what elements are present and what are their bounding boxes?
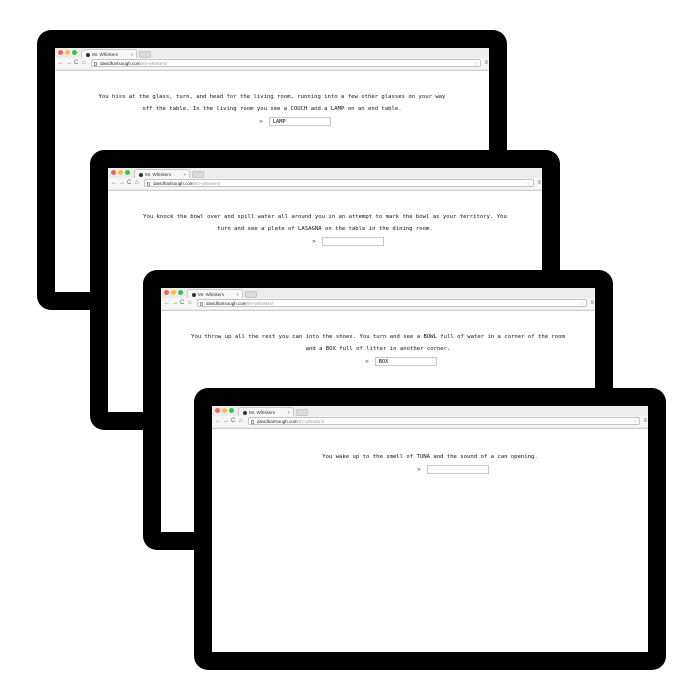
forward-icon[interactable]: → (119, 179, 125, 188)
story-text: You throw up all the rest you can into t… (191, 334, 565, 352)
menu-icon[interactable]: ≡ (590, 299, 594, 308)
minimize-window-icon[interactable] (222, 408, 227, 413)
browser-window-4: Mr. Whiskers × ← → C ⌂ davidhartsough.com… (194, 388, 666, 670)
minimize-window-icon[interactable] (171, 290, 176, 295)
prompt-symbol: > (312, 239, 316, 245)
reload-icon[interactable]: C (231, 417, 235, 426)
forward-icon[interactable]: → (66, 59, 72, 68)
address-bar[interactable]: davidhartsough.com/mr-whiskers/ ☆ (248, 417, 640, 425)
url-domain: davidhartsough.com (206, 301, 247, 306)
reload-icon[interactable]: C (127, 179, 131, 188)
home-icon[interactable]: ⌂ (239, 417, 243, 426)
reload-icon[interactable]: C (180, 299, 184, 308)
story-text: You knock the bowl over and spill water … (143, 214, 507, 232)
page-icon (94, 62, 97, 66)
story-text: You wake up to the smell of TUNA and the… (322, 454, 538, 460)
back-icon[interactable]: ← (58, 59, 64, 68)
back-icon[interactable]: ← (111, 179, 117, 188)
bookmark-star-icon[interactable]: ☆ (474, 60, 478, 66)
maximize-window-icon[interactable] (125, 170, 130, 175)
bookmark-star-icon[interactable]: ☆ (633, 418, 637, 424)
close-window-icon[interactable] (58, 50, 63, 55)
forward-icon[interactable]: → (172, 299, 178, 308)
page-icon (200, 302, 203, 306)
prompt-symbol: > (365, 359, 369, 365)
page-icon (251, 420, 254, 424)
new-tab-button[interactable] (296, 409, 308, 416)
url-domain: davidhartsough.com (153, 181, 194, 186)
close-window-icon[interactable] (164, 290, 169, 295)
command-input[interactable]: LAMP (268, 117, 331, 126)
favicon-icon (86, 52, 90, 57)
prompt-symbol: > (417, 467, 421, 473)
home-icon[interactable]: ⌂ (135, 179, 139, 188)
favicon-icon (139, 172, 143, 177)
game-content: You hiss at the glass, turn, and head fo… (55, 71, 489, 127)
page-icon (147, 182, 150, 186)
browser-screen: Mr. Whiskers × ← → C ⌂ davidhartsough.com… (212, 406, 648, 652)
maximize-window-icon[interactable] (229, 408, 234, 413)
address-bar[interactable]: davidhartsough.com/mr-whiskers/ ☆ (144, 179, 534, 187)
tab-title: Mr. Whiskers (249, 410, 276, 415)
new-tab-button[interactable] (245, 291, 257, 298)
favicon-icon (243, 410, 247, 415)
prompt-symbol: > (259, 119, 263, 125)
forward-icon[interactable]: → (223, 417, 229, 426)
browser-tab[interactable]: Mr. Whiskers × (134, 169, 190, 178)
tab-title: Mr. Whiskers (92, 52, 119, 57)
menu-icon[interactable]: ≡ (643, 417, 647, 426)
command-prompt: > LAMP (55, 117, 489, 127)
game-content: You knock the bowl over and spill water … (108, 191, 542, 247)
browser-tab[interactable]: Mr. Whiskers × (81, 49, 137, 58)
command-prompt: > BOX (161, 357, 595, 367)
new-tab-button[interactable] (139, 51, 151, 58)
command-input[interactable] (321, 237, 384, 246)
reload-icon[interactable]: C (74, 59, 78, 68)
menu-icon[interactable]: ≡ (537, 179, 541, 188)
home-icon[interactable]: ⌂ (188, 299, 192, 308)
close-window-icon[interactable] (215, 408, 220, 413)
browser-chrome: Mr. Whiskers × ← → C ⌂ davidhartsough.com… (55, 48, 489, 71)
url-path: /mr-whiskers/ (140, 61, 168, 66)
new-tab-button[interactable] (192, 171, 204, 178)
tab-title: Mr. Whiskers (198, 292, 225, 297)
bookmark-star-icon[interactable]: ☆ (527, 180, 531, 186)
url-path: /mr-whiskers/ (246, 301, 274, 306)
back-icon[interactable]: ← (215, 417, 221, 426)
address-bar[interactable]: davidhartsough.com/mr-whiskers/ ☆ (197, 299, 587, 307)
browser-chrome: Mr. Whiskers × ← → C ⌂ davidhartsough.com… (108, 168, 542, 191)
command-prompt: > (108, 237, 542, 247)
favicon-icon (192, 292, 196, 297)
command-prompt: > (212, 465, 648, 475)
url-path: /mr-whiskers/ (193, 181, 221, 186)
address-bar[interactable]: davidhartsough.com/mr-whiskers/ ☆ (91, 59, 481, 67)
maximize-window-icon[interactable] (178, 290, 183, 295)
command-input[interactable] (426, 465, 489, 474)
browser-tab[interactable]: Mr. Whiskers × (238, 407, 294, 416)
browser-chrome: Mr. Whiskers × ← → C ⌂ davidhartsough.com… (161, 288, 595, 311)
url-path: /mr-whiskers/ (297, 419, 325, 424)
menu-icon[interactable]: ≡ (484, 59, 488, 68)
game-content: You wake up to the smell of TUNA and the… (212, 429, 648, 475)
story-text: You hiss at the glass, turn, and head fo… (98, 94, 446, 112)
command-input[interactable]: BOX (374, 357, 437, 366)
browser-chrome: Mr. Whiskers × ← → C ⌂ davidhartsough.com… (212, 406, 648, 429)
bookmark-star-icon[interactable]: ☆ (580, 300, 584, 306)
url-domain: davidhartsough.com (257, 419, 298, 424)
browser-tab[interactable]: Mr. Whiskers × (187, 289, 243, 298)
minimize-window-icon[interactable] (118, 170, 123, 175)
game-content: You throw up all the rest you can into t… (161, 311, 595, 367)
minimize-window-icon[interactable] (65, 50, 70, 55)
home-icon[interactable]: ⌂ (82, 59, 86, 68)
tab-title: Mr. Whiskers (145, 172, 172, 177)
maximize-window-icon[interactable] (72, 50, 77, 55)
back-icon[interactable]: ← (164, 299, 170, 308)
close-window-icon[interactable] (111, 170, 116, 175)
url-domain: davidhartsough.com (100, 61, 141, 66)
